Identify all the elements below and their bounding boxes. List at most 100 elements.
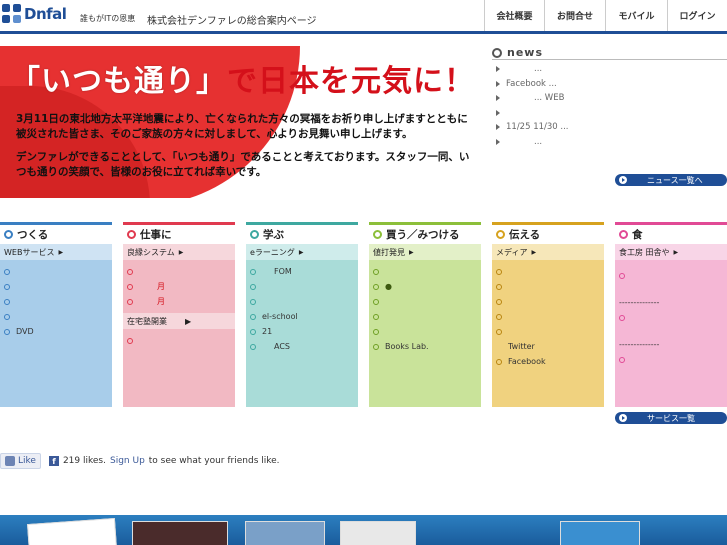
list-item[interactable] [250, 279, 358, 294]
list-item[interactable] [496, 309, 604, 324]
news-item[interactable]: ... [492, 62, 727, 77]
caret-right-icon: ▶ [185, 316, 192, 326]
column-subheader[interactable]: WEBサービス ▶ [0, 244, 112, 260]
column-header[interactable]: 買う／みつける [369, 222, 481, 244]
play-circle-icon [619, 176, 627, 184]
screenshot-thumbnail[interactable] [27, 517, 117, 545]
column-subheader[interactable]: 値打発見 ▶ [369, 244, 481, 260]
list-item[interactable]: Twitter [496, 339, 604, 354]
list-item[interactable] [619, 268, 727, 283]
list-item[interactable]: Books Lab. [373, 339, 481, 354]
column-title: 買う／みつける [386, 229, 460, 241]
news-item[interactable]: ... [492, 135, 727, 150]
news-header: news [492, 46, 727, 60]
list-item[interactable]: ● [373, 279, 481, 294]
list-item-text: 月 [157, 297, 165, 306]
site-logo[interactable]: Dnfal [2, 4, 67, 24]
list-item: -------------- [619, 337, 727, 352]
list-item[interactable]: Facebook [496, 354, 604, 369]
list-item[interactable] [373, 324, 481, 339]
nav-company[interactable]: 会社概要 [484, 0, 544, 31]
column-header[interactable]: つくる [0, 222, 112, 244]
column-header[interactable]: 伝える [492, 222, 604, 244]
news-item[interactable]: 11/25 11/30 ... [492, 120, 727, 135]
bullet-icon [373, 343, 379, 350]
news-list-button[interactable]: ニュース一覧へ [615, 174, 727, 186]
like-button[interactable]: Like [0, 453, 41, 469]
caret-right-icon: ▶ [531, 248, 537, 256]
ring-icon [250, 230, 259, 239]
list-item[interactable] [619, 352, 727, 367]
ring-icon [492, 47, 502, 58]
column-subheader-2[interactable]: 在宅塾開業 ▶ [123, 313, 235, 329]
column-title: 学ぶ [263, 229, 284, 241]
list-item[interactable] [373, 294, 481, 309]
bullet-icon [496, 313, 502, 320]
list-item[interactable]: 21 [250, 324, 358, 339]
ring-icon [4, 230, 13, 239]
list-item[interactable] [373, 264, 481, 279]
column-subheader[interactable]: 食工房 田舎や ▶ [615, 244, 727, 260]
list-item[interactable] [496, 294, 604, 309]
list-item-text: FOM [274, 267, 292, 276]
ring-icon [496, 230, 505, 239]
triangle-icon [496, 80, 500, 87]
list-item[interactable] [4, 309, 112, 324]
screenshot-thumbnail[interactable] [132, 521, 228, 545]
column-panel: 良縁システム ▶ 月 月 在宅塾開業 ▶ [123, 244, 235, 407]
list-item[interactable]: DVD [4, 324, 112, 339]
column-subheader[interactable]: eラーニング ▶ [246, 244, 358, 260]
list-item[interactable]: 月 [127, 294, 235, 309]
list-item[interactable] [373, 309, 481, 324]
column-subheader[interactable]: メディア ▶ [492, 244, 604, 260]
list-item[interactable]: 月 [127, 279, 235, 294]
bullet-icon [496, 358, 502, 365]
list-item: -------------- [619, 295, 727, 310]
list-item[interactable]: ACS [250, 339, 358, 354]
bullet-icon [4, 268, 10, 275]
bullet-icon [496, 328, 502, 335]
nav-mobile[interactable]: モバイル [605, 0, 667, 31]
column-header[interactable]: 食 [615, 222, 727, 244]
list-item[interactable] [4, 279, 112, 294]
list-item[interactable] [127, 264, 235, 279]
column-subheader[interactable]: 良縁システム ▶ [123, 244, 235, 260]
list-item[interactable] [619, 310, 727, 325]
facebook-icon: f [48, 456, 59, 466]
list-item[interactable] [496, 324, 604, 339]
hero-headline-quote: 「いつも通り」 [10, 64, 227, 99]
divider-text: -------------- [619, 340, 660, 349]
list-item-text: ● [385, 282, 392, 291]
screenshot-thumbnail[interactable] [560, 521, 640, 545]
footer-banner [0, 515, 727, 545]
list-item[interactable] [496, 279, 604, 294]
news-item[interactable]: ... WEB [492, 91, 727, 106]
signup-link[interactable]: Sign Up [110, 456, 145, 466]
news-item[interactable]: Facebook ... [492, 77, 727, 92]
site-title: 株式会社デンファレの総合案内ページ [147, 16, 317, 27]
list-item[interactable]: el-school [250, 309, 358, 324]
bullet-icon [373, 283, 379, 290]
column-header[interactable]: 仕事に [123, 222, 235, 244]
list-item[interactable] [4, 294, 112, 309]
bullet-icon [127, 298, 133, 305]
screenshot-thumbnail[interactable] [245, 521, 325, 545]
nav-contact[interactable]: お問合せ [544, 0, 605, 31]
column-list: Twitter Facebook [492, 260, 604, 407]
hero-banner: 「いつも通り」で日本を元気に！ 3月11日の東北地方太平洋地震により、亡くなられ… [0, 46, 487, 198]
column-tsukuru: つくる WEBサービス ▶ DVD [0, 222, 112, 407]
list-item[interactable] [250, 294, 358, 309]
bullet-icon [4, 328, 10, 335]
list-item[interactable] [127, 333, 235, 348]
triangle-icon [496, 95, 500, 102]
news-item[interactable] [492, 106, 727, 121]
thumbs-up-icon [5, 456, 15, 466]
screenshot-thumbnail[interactable] [340, 521, 416, 545]
list-item[interactable] [496, 264, 604, 279]
service-list-button[interactable]: サービス一覧 [615, 412, 727, 424]
list-item[interactable] [4, 264, 112, 279]
list-item[interactable]: FOM [250, 264, 358, 279]
news-list: ... Facebook ... ... WEB 11/25 11/30 ...… [492, 62, 727, 149]
nav-login[interactable]: ログイン [667, 0, 727, 31]
column-header[interactable]: 学ぶ [246, 222, 358, 244]
